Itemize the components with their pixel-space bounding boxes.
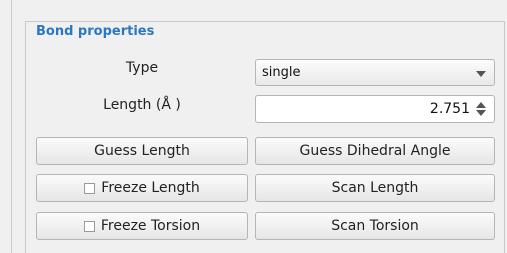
length-value: 2.751 xyxy=(429,101,470,117)
type-label: Type xyxy=(125,60,159,76)
panel-divider xyxy=(11,0,12,253)
chevron-down-icon xyxy=(476,71,486,77)
length-label: Length (Å ) xyxy=(103,97,181,113)
checkbox-icon xyxy=(83,220,95,232)
spin-down-icon[interactable] xyxy=(476,110,486,116)
checkbox-icon xyxy=(84,182,96,194)
freeze-torsion-label: Freeze Torsion xyxy=(100,218,201,234)
length-spinbox[interactable]: 2.751 xyxy=(255,95,495,123)
guess-dihedral-label: Guess Dihedral Angle xyxy=(299,143,451,159)
scan-length-button[interactable]: Scan Length xyxy=(255,174,495,202)
freeze-torsion-toggle[interactable]: Freeze Torsion xyxy=(36,212,248,240)
freeze-length-toggle[interactable]: Freeze Length xyxy=(36,174,248,202)
guess-length-label: Guess Length xyxy=(94,143,190,159)
group-title: Bond properties xyxy=(36,24,155,39)
type-select-value: single xyxy=(262,65,301,80)
scan-torsion-label: Scan Torsion xyxy=(331,218,419,234)
scan-torsion-button[interactable]: Scan Torsion xyxy=(255,212,495,240)
guess-dihedral-angle-button[interactable]: Guess Dihedral Angle xyxy=(255,137,495,165)
freeze-length-label: Freeze Length xyxy=(101,180,200,196)
guess-length-button[interactable]: Guess Length xyxy=(36,137,248,165)
spin-up-icon[interactable] xyxy=(476,102,486,108)
type-select[interactable]: single xyxy=(255,59,495,86)
scan-length-label: Scan Length xyxy=(331,180,419,196)
